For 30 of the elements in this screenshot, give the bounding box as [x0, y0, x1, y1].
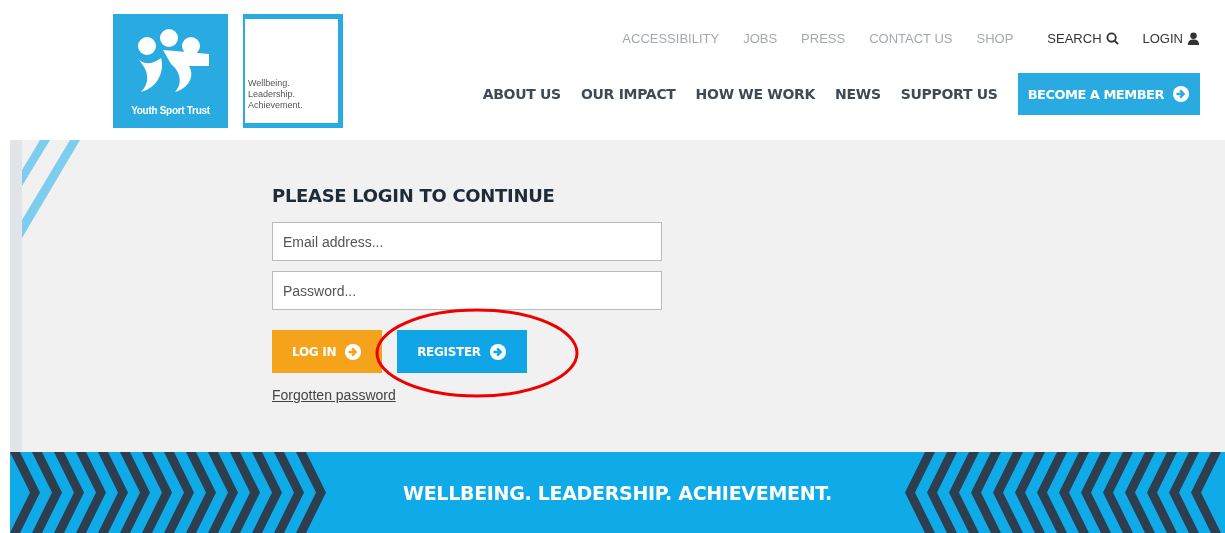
- logo[interactable]: Youth Sport Trust: [113, 14, 228, 128]
- utility-link[interactable]: ACCESSIBILITY: [622, 31, 720, 46]
- nav-link[interactable]: NEWS: [835, 86, 881, 102]
- nav-link[interactable]: SUPPORT US: [900, 86, 998, 102]
- tagline-text: Achievement.: [248, 100, 304, 111]
- forgotten-password-link[interactable]: Forgotten password: [272, 387, 396, 403]
- arrow-circle-icon: [488, 342, 507, 361]
- tagline-text: Wellbeing.: [248, 78, 291, 89]
- email-field[interactable]: Email address...: [272, 222, 662, 261]
- nav-link[interactable]: OUR IMPACT: [580, 86, 676, 102]
- banner-text: WELLBEING. LEADERSHIP. ACHIEVEMENT.: [403, 481, 832, 504]
- become-member-button[interactable]: BECOME A MEMBER: [1017, 73, 1200, 115]
- tagline-text: Leadership.: [248, 89, 297, 100]
- password-field[interactable]: Password...: [272, 271, 662, 310]
- utility-link[interactable]: JOBS: [743, 31, 778, 46]
- nav-link[interactable]: HOW WE WORK: [695, 86, 816, 102]
- logo-name: Youth Sport Trust: [131, 105, 210, 116]
- search-link[interactable]: SEARCH: [1047, 31, 1119, 46]
- utility-link[interactable]: SHOP: [976, 31, 1014, 46]
- register-button[interactable]: REGISTER: [397, 330, 527, 373]
- utility-link[interactable]: CONTACT US: [869, 31, 953, 46]
- arrow-circle-icon: [1172, 85, 1190, 103]
- nav-link[interactable]: ABOUT US: [482, 86, 561, 102]
- search-icon: [1105, 32, 1119, 45]
- login-title: PLEASE LOGIN TO CONTINUE: [272, 185, 556, 206]
- login-button[interactable]: LOG IN: [272, 330, 383, 373]
- user-icon: [1187, 32, 1200, 45]
- utility-link[interactable]: PRESS: [801, 31, 846, 46]
- login-link[interactable]: LOGIN: [1142, 31, 1200, 46]
- arrow-circle-icon: [344, 342, 363, 361]
